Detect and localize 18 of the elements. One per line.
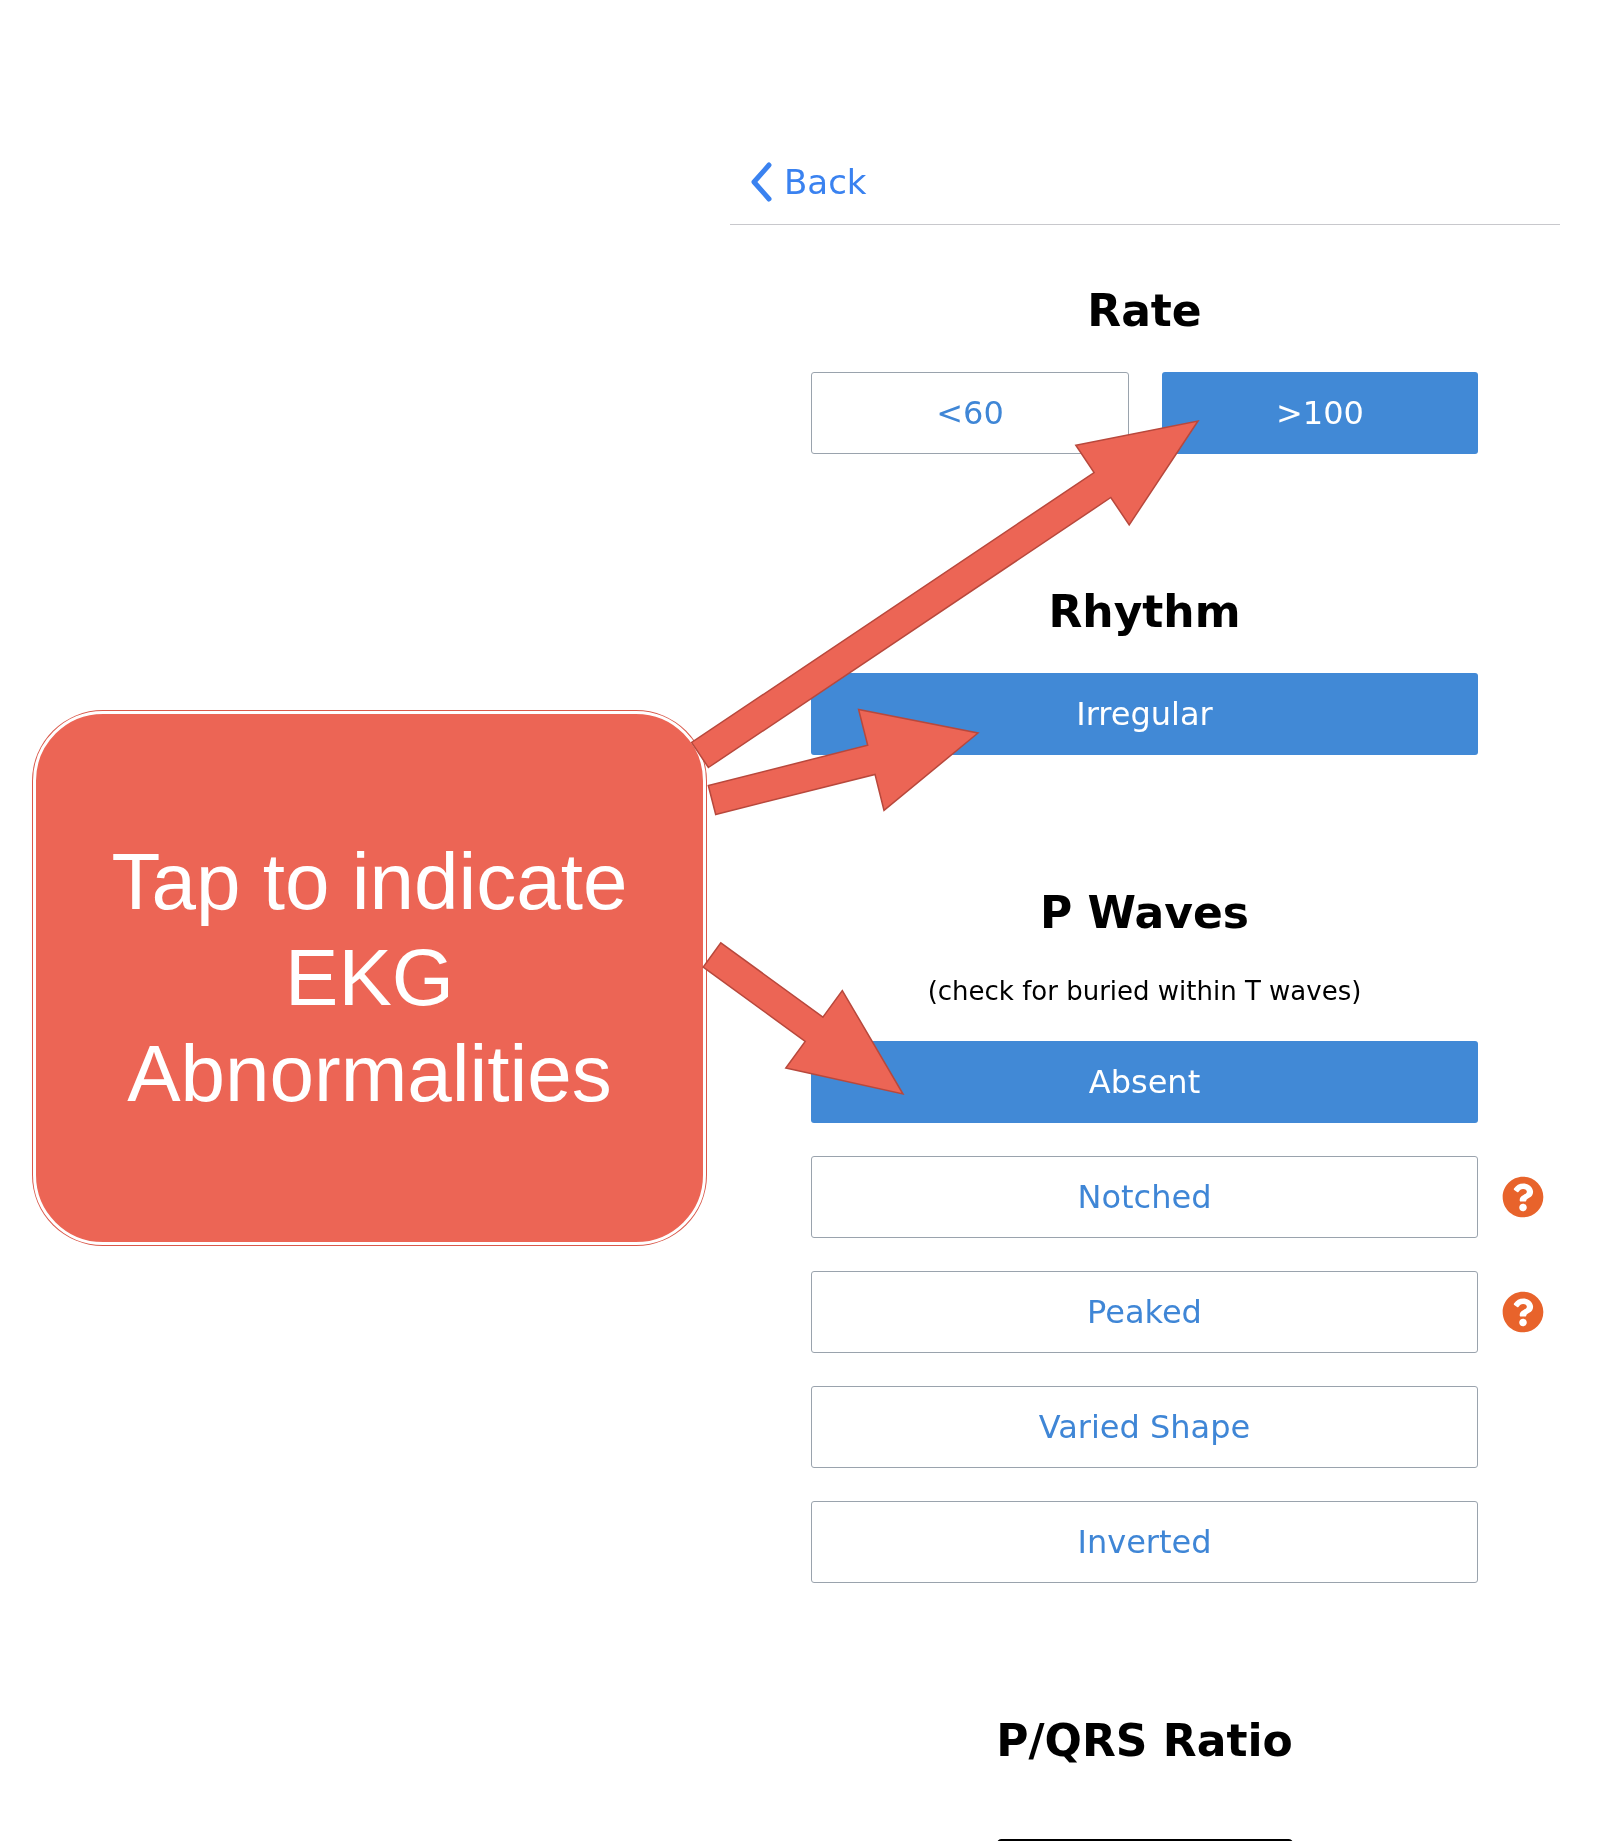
callout-text: Tap to indicate EKG Abnormalities <box>110 836 629 1120</box>
option-button[interactable]: <60 <box>811 372 1129 454</box>
option-button[interactable]: Notched <box>811 1156 1478 1238</box>
section-heading: P Waves <box>1039 886 1250 940</box>
option-button[interactable]: >100 <box>1162 372 1478 454</box>
section-heading: Rate <box>1086 284 1203 338</box>
help-icon[interactable] <box>1502 1176 1544 1218</box>
option-button[interactable]: Inverted <box>811 1501 1478 1583</box>
option-button[interactable]: Irregular <box>811 673 1478 755</box>
option-button[interactable]: Peaked <box>811 1271 1478 1353</box>
section-heading: P/QRS Ratio <box>995 1714 1294 1768</box>
help-icon[interactable] <box>1502 1291 1544 1333</box>
option-button[interactable]: Varied Shape <box>811 1386 1478 1468</box>
back-link[interactable]: Back <box>750 162 867 202</box>
section-heading: Rhythm <box>1047 585 1242 639</box>
section-subtitle: (check for buried within T waves) <box>926 975 1363 1008</box>
option-button[interactable]: Absent <box>811 1041 1478 1123</box>
chevron-left-icon <box>750 162 772 202</box>
